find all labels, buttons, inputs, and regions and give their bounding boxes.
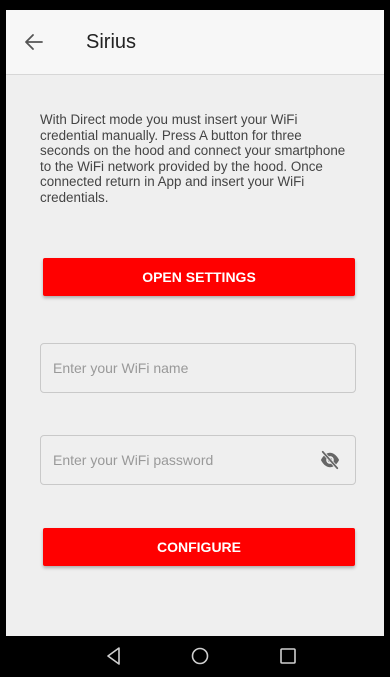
nav-home-icon[interactable] [188, 644, 212, 668]
wifi-password-input[interactable] [53, 436, 313, 484]
open-settings-button[interactable]: OPEN SETTINGS [43, 258, 355, 296]
app-screen: Sirius With Direct mode you must insert … [6, 10, 384, 636]
configure-button[interactable]: CONFIGURE [43, 528, 355, 566]
wifi-name-field[interactable] [40, 343, 356, 393]
nav-recents-icon[interactable] [276, 644, 300, 668]
wifi-password-field[interactable] [40, 435, 356, 485]
page-title: Sirius [86, 31, 137, 53]
nav-back-icon[interactable] [102, 644, 126, 668]
instructions-text: With Direct mode you must insert your Wi… [40, 112, 346, 205]
eye-off-icon[interactable] [319, 450, 341, 470]
wifi-name-input[interactable] [53, 344, 313, 392]
phone-frame: Sirius With Direct mode you must insert … [0, 0, 390, 677]
app-bar: Sirius [6, 10, 384, 75]
system-nav-bar [6, 636, 384, 677]
arrow-left-icon[interactable] [24, 32, 44, 52]
